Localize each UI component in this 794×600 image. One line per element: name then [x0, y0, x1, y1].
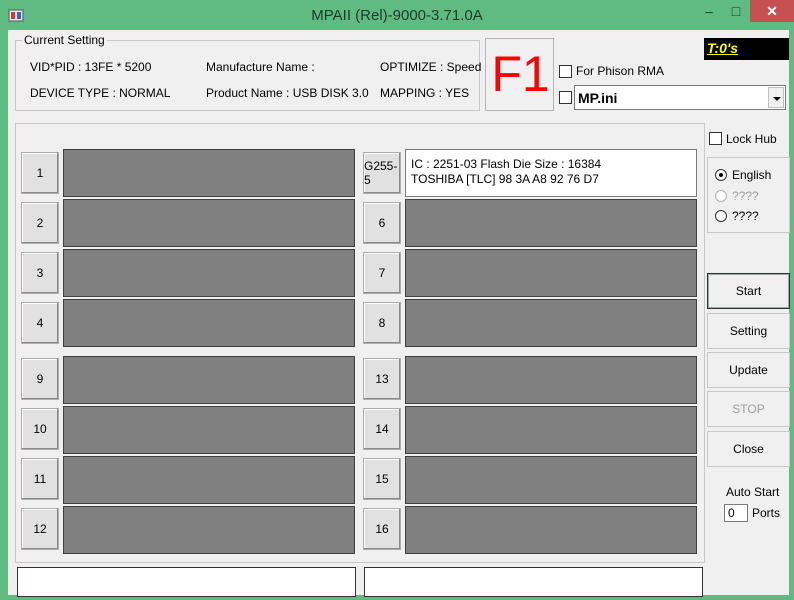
chevron-down-icon[interactable] — [768, 87, 784, 108]
ini-file-value: MP.ini — [578, 90, 618, 106]
close-window-button[interactable]: ✕ — [750, 0, 794, 22]
port-5-ic-info: IC : 2251-03 Flash Die Size : 16384 — [411, 157, 602, 171]
mapping-label: MAPPING : YES — [380, 86, 470, 100]
port-status-5: IC : 2251-03 Flash Die Size : 16384 TOSH… — [405, 149, 697, 197]
port-button-9[interactable]: 9 — [21, 358, 59, 400]
port-button-5[interactable]: G255-5 — [363, 152, 401, 194]
manufacture-name-label: Manufacture Name : — [206, 60, 315, 74]
device-type-label: DEVICE TYPE : NORMAL — [30, 86, 171, 100]
language-radio-3[interactable] — [715, 210, 727, 222]
port-status-13 — [405, 356, 697, 404]
port-status-12 — [63, 506, 355, 554]
ini-file-select[interactable]: MP.ini — [574, 85, 786, 110]
lock-hub-label: Lock Hub — [726, 132, 777, 146]
auto-start-ports-input[interactable]: 0 — [724, 504, 748, 522]
port-status-6 — [405, 199, 697, 247]
stop-button: STOP — [707, 391, 790, 427]
port-button-15[interactable]: 15 — [363, 458, 401, 500]
log-box-right — [364, 567, 703, 597]
port-button-1[interactable]: 1 — [21, 152, 59, 194]
product-name-label: Product Name : USB DISK 3.0 — [206, 86, 369, 100]
language-label-english: English — [732, 168, 772, 182]
timer-text: T:0's — [707, 40, 739, 56]
port-status-10 — [63, 406, 355, 454]
log-box-left — [17, 567, 356, 597]
port-button-11[interactable]: 11 — [21, 458, 59, 500]
close-button[interactable]: Close — [707, 431, 790, 467]
app-window: MPAII (Rel)-9000-3.71.0A – □ ✕ Current S… — [0, 0, 794, 600]
auto-start-label: Auto Start — [726, 485, 780, 499]
minimize-button[interactable]: – — [696, 0, 722, 22]
port-status-1 — [63, 149, 355, 197]
lock-hub-checkbox[interactable] — [709, 132, 722, 145]
port-status-3 — [63, 249, 355, 297]
port-button-10[interactable]: 10 — [21, 408, 59, 450]
port-button-12[interactable]: 12 — [21, 508, 59, 550]
timer-display: T:0's — [704, 38, 789, 60]
auto-start-ports-label: Ports — [752, 506, 781, 520]
start-button[interactable]: Start — [707, 273, 790, 309]
port-5-flash-info: TOSHIBA [TLC] 98 3A A8 92 76 D7 — [411, 172, 599, 186]
language-radio-2 — [715, 190, 727, 202]
port-button-2[interactable]: 2 — [21, 202, 59, 244]
port-button-13[interactable]: 13 — [363, 358, 401, 400]
update-button[interactable]: Update — [707, 352, 790, 388]
title-bar[interactable]: MPAII (Rel)-9000-3.71.0A – □ ✕ — [0, 0, 794, 30]
ini-checkbox[interactable] — [559, 91, 572, 104]
f1-text: F1 — [491, 46, 550, 102]
optimize-label: OPTIMIZE : Speed — [380, 60, 482, 74]
maximize-button[interactable]: □ — [724, 0, 748, 22]
port-status-11 — [63, 456, 355, 504]
f1-indicator: F1 — [485, 38, 554, 111]
current-setting-legend: Current Setting — [22, 33, 107, 47]
port-button-8[interactable]: 8 — [363, 302, 401, 344]
port-status-4 — [63, 299, 355, 347]
port-button-4[interactable]: 4 — [21, 302, 59, 344]
for-phison-rma-label: For Phison RMA — [576, 64, 665, 78]
vid-pid-label: VID*PID : 13FE * 5200 — [30, 60, 152, 74]
client-area: Current Setting VID*PID : 13FE * 5200 DE… — [8, 30, 790, 597]
port-button-3[interactable]: 3 — [21, 252, 59, 294]
port-status-2 — [63, 199, 355, 247]
for-phison-rma-checkbox[interactable] — [559, 65, 572, 78]
window-title: MPAII (Rel)-9000-3.71.0A — [311, 7, 483, 24]
port-button-14[interactable]: 14 — [363, 408, 401, 450]
setting-button[interactable]: Setting — [707, 313, 790, 349]
port-status-9 — [63, 356, 355, 404]
language-radio-english[interactable] — [715, 169, 727, 181]
port-status-8 — [405, 299, 697, 347]
port-status-16 — [405, 506, 697, 554]
language-group: English ???? ???? — [707, 157, 790, 233]
current-setting-group: Current Setting VID*PID : 13FE * 5200 DE… — [15, 33, 482, 111]
language-label-3: ???? — [732, 209, 759, 223]
port-button-6[interactable]: 6 — [363, 202, 401, 244]
language-label-2: ???? — [732, 189, 759, 203]
port-button-16[interactable]: 16 — [363, 508, 401, 550]
port-status-7 — [405, 249, 697, 297]
port-status-15 — [405, 456, 697, 504]
port-button-7[interactable]: 7 — [363, 252, 401, 294]
port-status-14 — [405, 406, 697, 454]
